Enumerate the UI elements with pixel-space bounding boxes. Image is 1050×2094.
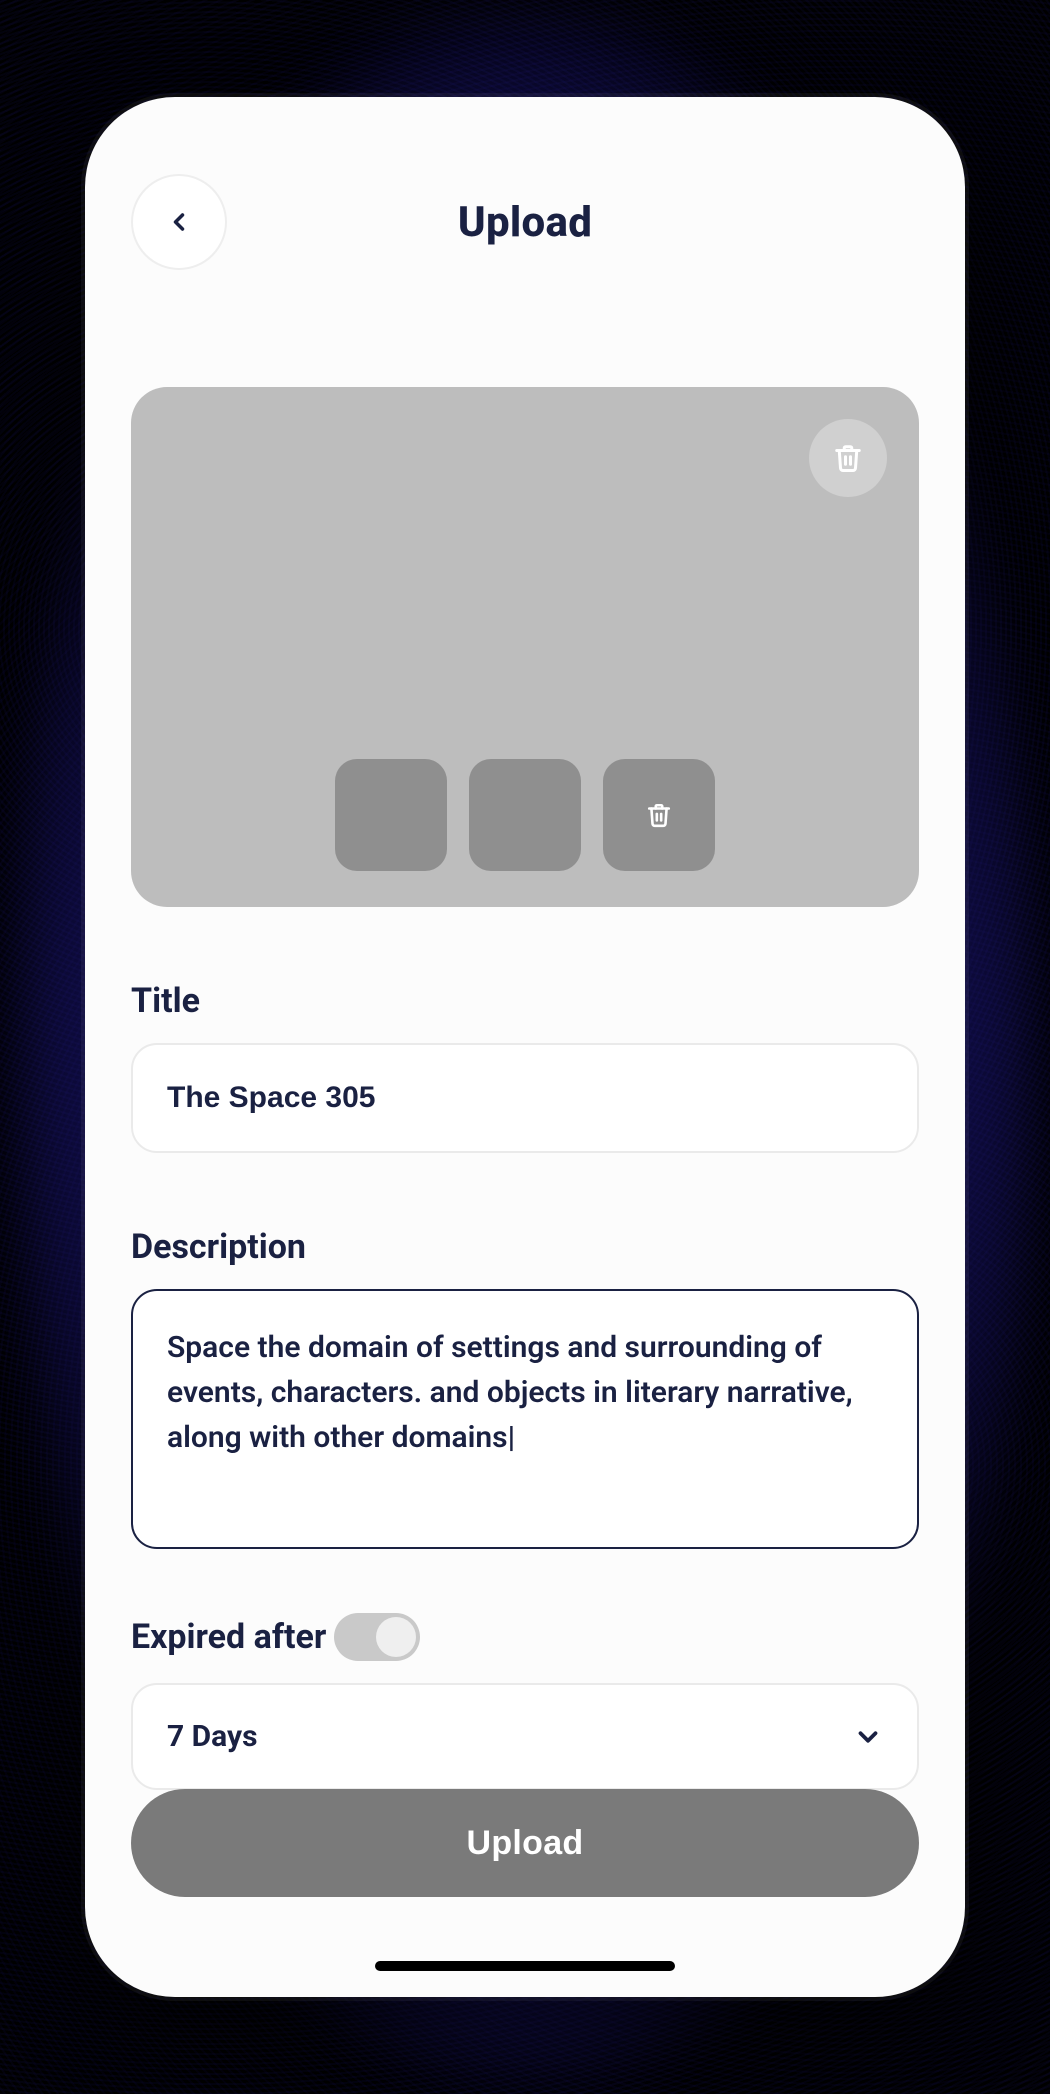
- upload-button[interactable]: Upload: [131, 1789, 919, 1897]
- description-textarea[interactable]: [131, 1289, 919, 1549]
- page-title: Upload: [458, 198, 592, 247]
- title-input[interactable]: [131, 1043, 919, 1153]
- home-indicator: [375, 1961, 675, 1971]
- chevron-left-icon: [165, 208, 193, 236]
- thumbnail[interactable]: [603, 759, 715, 871]
- phone-frame: Upload: [85, 97, 965, 1997]
- upload-button-label: Upload: [466, 1824, 583, 1863]
- description-label: Description: [131, 1227, 919, 1267]
- expired-toggle[interactable]: [334, 1613, 420, 1661]
- header: Upload: [131, 117, 919, 327]
- toggle-knob: [376, 1617, 416, 1657]
- back-button[interactable]: [131, 174, 227, 270]
- trash-icon: [646, 802, 672, 828]
- expired-value: 7 Days: [167, 1719, 258, 1754]
- trash-icon: [833, 443, 863, 473]
- expired-select[interactable]: 7 Days: [131, 1683, 919, 1790]
- thumbnail-strip: [335, 759, 715, 871]
- chevron-down-icon: [853, 1722, 883, 1752]
- expired-label: Expired after: [131, 1617, 326, 1657]
- thumbnail[interactable]: [335, 759, 447, 871]
- media-preview: [131, 387, 919, 907]
- thumbnail[interactable]: [469, 759, 581, 871]
- delete-preview-button[interactable]: [809, 419, 887, 497]
- title-label: Title: [131, 981, 919, 1021]
